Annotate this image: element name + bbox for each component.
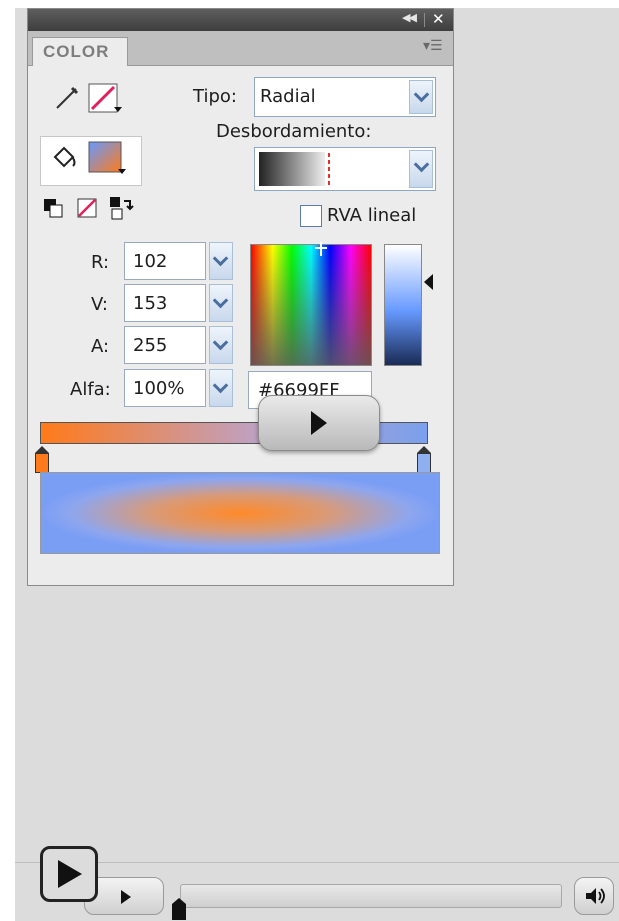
paint-bucket-icon bbox=[53, 146, 76, 168]
crosshair-icon bbox=[315, 242, 327, 256]
chevron-down-icon[interactable] bbox=[409, 80, 433, 114]
brightness-arrow-icon[interactable] bbox=[424, 274, 433, 290]
green-field[interactable]: 153 bbox=[124, 284, 206, 322]
green-value: 153 bbox=[133, 293, 168, 314]
close-icon[interactable]: ✕ bbox=[432, 10, 445, 28]
overflow-preview-icon bbox=[259, 152, 330, 186]
speaker-icon bbox=[586, 888, 605, 904]
rva-lineal-label: RVA lineal bbox=[327, 205, 417, 226]
overlay-play-button[interactable] bbox=[258, 395, 380, 451]
pencil-icon bbox=[56, 86, 79, 109]
chevron-down-icon[interactable] bbox=[409, 150, 433, 188]
tipo-dropdown[interactable]: Radial bbox=[254, 77, 436, 117]
rva-lineal-checkbox[interactable] bbox=[300, 205, 322, 227]
play-icon[interactable] bbox=[40, 846, 98, 902]
panel-titlebar: ◀◀ ✕ bbox=[28, 9, 453, 31]
brightness-slider[interactable] bbox=[384, 244, 422, 366]
blue-field[interactable]: 255 bbox=[124, 326, 206, 364]
red-field[interactable]: 102 bbox=[124, 242, 206, 280]
tab-color-label: COLOR bbox=[43, 42, 110, 61]
blue-value: 255 bbox=[133, 335, 168, 356]
tipo-value: Radial bbox=[260, 86, 316, 107]
tipo-label: Tipo: bbox=[193, 86, 237, 107]
red-spinner[interactable] bbox=[209, 242, 233, 280]
color-spectrum[interactable] bbox=[250, 242, 372, 366]
fill-color-swatch[interactable] bbox=[88, 141, 128, 177]
tab-color[interactable]: COLOR bbox=[32, 37, 128, 66]
seek-bar[interactable] bbox=[180, 884, 562, 908]
gradient-stop-blue[interactable] bbox=[417, 446, 431, 473]
swap-colors-icon[interactable] bbox=[108, 195, 134, 221]
overflow-dropdown[interactable] bbox=[254, 147, 436, 191]
gradient-stop-orange[interactable] bbox=[35, 446, 49, 473]
channel-label-a: A: bbox=[91, 336, 110, 357]
no-color-icon[interactable] bbox=[76, 197, 98, 219]
titlebar-divider bbox=[424, 13, 425, 27]
alpha-spinner[interactable] bbox=[209, 369, 233, 407]
blue-spinner[interactable] bbox=[209, 326, 233, 364]
stroke-color-swatch[interactable] bbox=[88, 83, 124, 115]
channel-label-r: R: bbox=[91, 252, 110, 273]
gradient-preview bbox=[40, 472, 440, 554]
black-white-icon[interactable] bbox=[42, 197, 64, 219]
red-value: 102 bbox=[133, 251, 168, 272]
desbordamiento-label: Desbordamiento: bbox=[216, 121, 372, 142]
collapse-icon[interactable]: ◀◀ bbox=[402, 11, 417, 24]
alpha-value: 100% bbox=[133, 378, 185, 399]
panel-tabbar: COLOR ▾☰ bbox=[28, 31, 453, 66]
volume-button[interactable] bbox=[574, 877, 614, 915]
panel-menu-icon[interactable]: ▾☰ bbox=[423, 38, 443, 54]
channel-label-alfa: Alfa: bbox=[70, 379, 111, 400]
green-spinner[interactable] bbox=[209, 284, 233, 322]
color-panel: ◀◀ ✕ COLOR ▾☰ Tipo: Radial Desbordamient… bbox=[27, 8, 454, 586]
channel-label-v: V: bbox=[91, 294, 108, 315]
seek-knob[interactable] bbox=[172, 898, 186, 920]
alpha-field[interactable]: 100% bbox=[124, 369, 206, 407]
